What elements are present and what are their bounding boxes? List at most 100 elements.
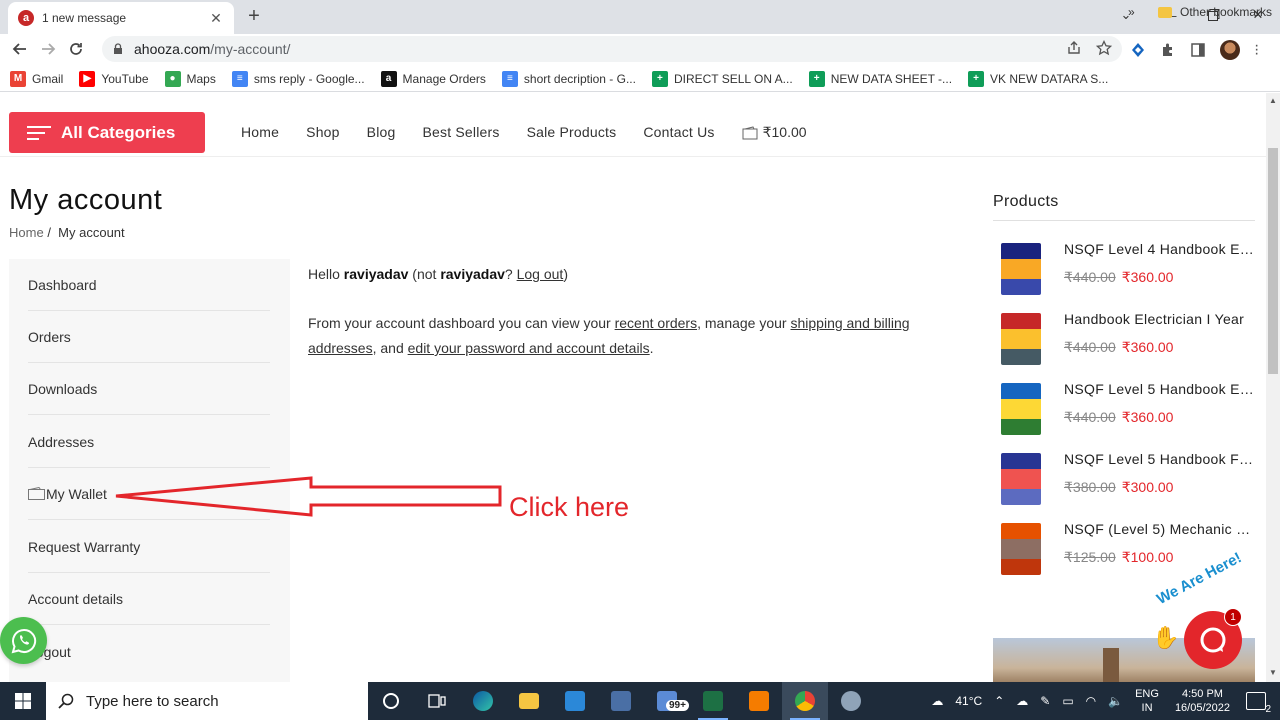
product-thumbnail[interactable] <box>993 241 1049 297</box>
chat-unread-badge: 1 <box>1224 608 1242 626</box>
wifi-icon[interactable]: ◠ <box>1086 694 1096 708</box>
bookmark-label: Maps <box>186 71 216 86</box>
bookmark-item[interactable]: ▶ YouTube <box>79 70 149 87</box>
forward-button[interactable] <box>34 35 62 63</box>
whatsapp-desktop-app[interactable]: 99+ <box>644 682 690 720</box>
google-sheets-icon: + <box>808 70 825 87</box>
product-item[interactable]: NSQF Level 4 Handbook Electrician ₹440.00… <box>993 241 1255 299</box>
bookmarks-bar: M Gmail ▶ YouTube ● Maps ≡ sms reply - Google..… <box>0 66 1280 92</box>
bookmark-item[interactable]: M Gmail <box>10 70 64 87</box>
other-bookmarks-label: Other bookmarks <box>1180 5 1273 19</box>
edge-app[interactable] <box>460 682 506 720</box>
cortana-button[interactable] <box>368 682 414 720</box>
bookmark-label: VK NEW DATARA S... <box>990 71 1109 86</box>
product-name[interactable]: NSQF (Level 5) Mechanic Diesel <box>1064 521 1254 537</box>
lock-icon <box>114 43 122 54</box>
bookmarks-overflow-button[interactable]: » <box>1128 5 1135 19</box>
product-item[interactable]: Handbook Electrician I Year ₹440.00 ₹360.0… <box>993 311 1255 369</box>
waving-hand-icon: ✋ <box>1152 625 1180 650</box>
url-text: ahooza.com/my-account/ <box>134 41 291 57</box>
sale-price: ₹360.00 <box>1121 409 1174 425</box>
tab-search-button[interactable]: ⌄ <box>1104 0 1148 30</box>
product-thumbnail[interactable] <box>993 381 1049 437</box>
product-name[interactable]: NSQF Level 5 Handbook Electrician <box>1064 381 1254 397</box>
file-explorer-app[interactable] <box>506 682 552 720</box>
cloud-icon[interactable]: ☁ <box>931 694 943 708</box>
scroll-thumb[interactable] <box>1268 148 1278 374</box>
browser-menu-icon[interactable]: · · · <box>1254 38 1262 62</box>
chrome-app[interactable] <box>782 682 828 720</box>
windows-taskbar: Type here to search 99+ ☁ 41°C ⌃ ☁ ✎ ▭ ◠… <box>0 682 1280 720</box>
bookmark-item[interactable]: ≡ sms reply - Google... <box>231 70 365 87</box>
sale-price: ₹100.00 <box>1121 549 1174 565</box>
bookmark-star-icon[interactable] <box>1096 40 1112 56</box>
back-button[interactable] <box>6 35 34 63</box>
product-name[interactable]: NSQF Level 5 Handbook Fitter <box>1064 451 1254 467</box>
battery-icon[interactable]: ▭ <box>1062 694 1073 708</box>
product-price: ₹440.00 ₹360.00 <box>1064 409 1173 426</box>
notifications-button[interactable]: 2 <box>1246 692 1271 715</box>
book-cover-image <box>1001 453 1041 505</box>
browser-tab[interactable]: a 1 new message ✕ <box>8 2 234 34</box>
bookmark-item[interactable]: + DIRECT SELL ON A... <box>651 70 793 87</box>
weather-temp[interactable]: 41°C <box>955 694 982 708</box>
bookmark-item[interactable]: ● Maps <box>164 70 216 87</box>
profile-avatar[interactable] <box>1220 40 1240 60</box>
bookmark-label: Gmail <box>32 71 64 86</box>
clock[interactable]: 4:50 PM 16/05/2022 <box>1175 687 1230 715</box>
bookmark-item[interactable]: ≡ short decription - G... <box>501 70 636 87</box>
bookmark-item[interactable]: a Manage Orders <box>380 70 486 87</box>
bookmark-label: YouTube <box>101 71 149 86</box>
onedrive-icon[interactable]: ☁ <box>1016 694 1028 708</box>
bookmark-item[interactable]: + VK NEW DATARA S... <box>968 70 1109 87</box>
scroll-down-arrow-icon[interactable]: ▼ <box>1266 668 1280 680</box>
product-item[interactable]: NSQF Level 5 Handbook Electrician ₹440.00… <box>993 381 1255 439</box>
original-price: ₹440.00 <box>1064 269 1116 285</box>
maps-icon: ● <box>164 70 181 87</box>
scroll-up-arrow-icon[interactable]: ▲ <box>1266 96 1280 108</box>
reload-button[interactable] <box>62 35 90 63</box>
extension-diamond-icon[interactable] <box>1130 42 1146 58</box>
new-tab-button[interactable]: + <box>244 5 264 28</box>
product-thumbnail[interactable] <box>993 451 1049 507</box>
folder-icon <box>1158 6 1172 18</box>
bookmark-item[interactable]: + NEW DATA SHEET -... <box>808 70 953 87</box>
youtube-icon: ▶ <box>79 70 96 87</box>
pen-icon[interactable]: ✎ <box>1040 694 1050 708</box>
product-thumbnail[interactable] <box>993 311 1049 367</box>
language-indicator[interactable]: ENG IN <box>1135 687 1159 715</box>
calculator-app[interactable] <box>598 682 644 720</box>
bookmark-label: DIRECT SELL ON A... <box>673 71 793 86</box>
amazon-icon: a <box>380 70 397 87</box>
annotation-label: Click here <box>509 492 630 522</box>
task-view-button[interactable] <box>414 682 460 720</box>
divider <box>993 220 1255 221</box>
bookmark-label: NEW DATA SHEET -... <box>830 71 953 86</box>
other-bookmarks[interactable]: Other bookmarks <box>1158 5 1272 19</box>
extensions-area: · · · <box>1130 38 1262 62</box>
puzzle-icon[interactable] <box>1160 42 1176 58</box>
browser-tabstrip: a 1 new message ✕ + ⌄ — ✕ <box>0 0 1280 34</box>
other-app[interactable] <box>828 682 874 720</box>
close-tab-icon[interactable]: ✕ <box>208 10 224 27</box>
start-button[interactable] <box>0 682 46 720</box>
product-price: ₹440.00 ₹360.00 <box>1064 269 1173 286</box>
product-item[interactable]: NSQF Level 5 Handbook Fitter ₹380.00 ₹300.… <box>993 451 1255 509</box>
product-name[interactable]: Handbook Electrician I Year <box>1064 311 1254 327</box>
store-app[interactable] <box>552 682 598 720</box>
store-icon <box>565 691 585 711</box>
chevron-up-icon[interactable]: ⌃ <box>994 694 1004 708</box>
product-thumbnail[interactable] <box>993 521 1049 577</box>
product-name[interactable]: NSQF Level 4 Handbook Electrician <box>1064 241 1254 257</box>
volume-icon[interactable]: 🔈 <box>1108 694 1123 708</box>
original-price: ₹440.00 <box>1064 339 1116 355</box>
excel-app[interactable] <box>690 682 736 720</box>
xampp-app[interactable] <box>736 682 782 720</box>
side-panel-icon[interactable] <box>1190 42 1206 58</box>
sale-price: ₹300.00 <box>1121 479 1174 495</box>
address-bar[interactable]: ahooza.com/my-account/ <box>102 36 1122 62</box>
whatsapp-button[interactable] <box>0 617 47 664</box>
taskbar-search[interactable]: Type here to search <box>46 682 368 720</box>
share-icon[interactable] <box>1066 40 1082 56</box>
google-docs-icon: ≡ <box>231 70 248 87</box>
